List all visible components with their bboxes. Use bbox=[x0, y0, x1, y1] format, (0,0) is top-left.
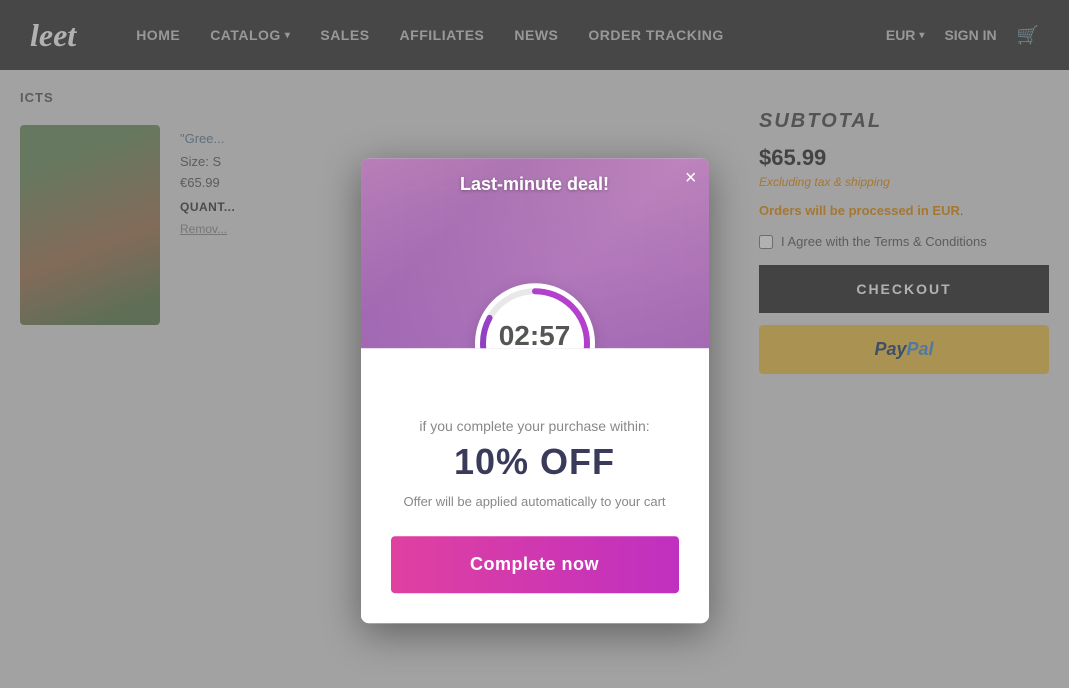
timer-circle: 02:57 MINS bbox=[475, 283, 595, 348]
modal-header: Last-minute deal! × bbox=[361, 158, 709, 348]
deal-modal: Last-minute deal! × bbox=[361, 158, 709, 623]
timer-container: 02:57 MINS bbox=[475, 283, 595, 348]
timer-inner: 02:57 MINS bbox=[499, 322, 571, 348]
offer-text: Offer will be applied automatically to y… bbox=[391, 492, 679, 512]
modal-close-button[interactable]: × bbox=[685, 168, 697, 188]
modal-body: if you complete your purchase within: 10… bbox=[361, 348, 709, 622]
timer-time: 02:57 bbox=[499, 322, 571, 348]
complete-now-button[interactable]: Complete now bbox=[391, 536, 679, 593]
discount-text: 10% OFF bbox=[391, 444, 679, 480]
if-text: if you complete your purchase within: bbox=[391, 418, 679, 434]
modal-title: Last-minute deal! bbox=[460, 174, 609, 195]
